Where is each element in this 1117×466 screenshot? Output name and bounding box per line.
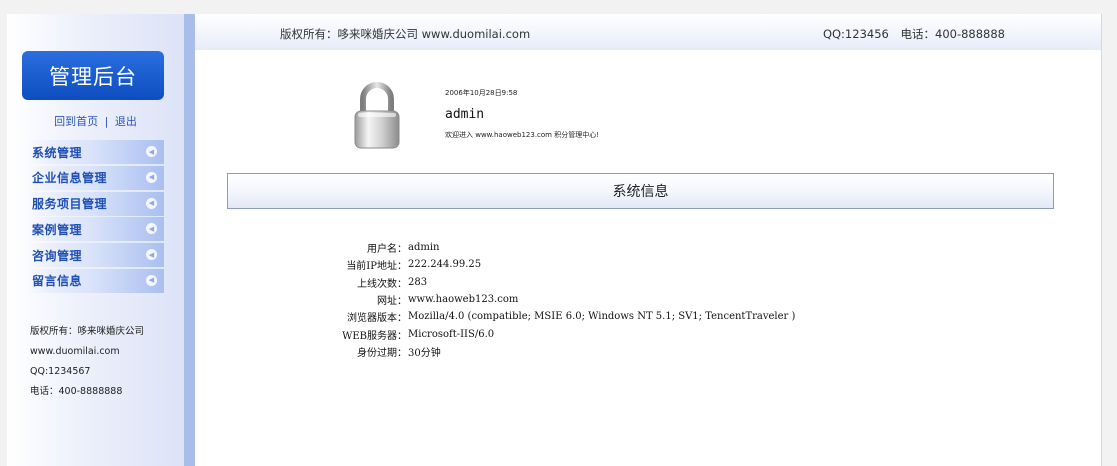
chevron-left-icon: ◀: [146, 146, 157, 157]
sidebar-item-label: 企业信息管理: [32, 171, 108, 186]
sidebar-item-system[interactable]: 系统管理 ◀: [27, 140, 164, 164]
welcome-username: admin: [445, 107, 485, 122]
welcome-block: 2006年10月28日9:58 admin 欢迎进入 www.haoweb123…: [445, 88, 599, 140]
sidebar-item-label: 系统管理: [32, 145, 83, 160]
welcome-greeting: 欢迎进入 www.haoweb123.com 积分管理中心!: [445, 131, 600, 139]
info-row-login-count: 上线次数： 283: [313, 274, 795, 291]
info-label: 身份过期：: [357, 347, 407, 359]
sidebar: 管理后台 回到首页 | 退出 系统管理 ◀ 企业信息管理 ◀ 服务项目管理 ◀ …: [7, 14, 184, 466]
info-value: 30分钟: [408, 347, 441, 359]
chevron-left-icon: ◀: [146, 249, 157, 261]
lock-icon: [354, 82, 400, 149]
topbar-copyright: 版权所有：哆来咪婚庆公司 www.duomilai.com: [280, 27, 531, 41]
main-panel: 版权所有：哆来咪婚庆公司 www.duomilai.com QQ:123456 …: [195, 14, 1102, 466]
info-row-username: 用户名： admin: [313, 239, 795, 256]
home-link[interactable]: 回到首页: [54, 115, 98, 128]
info-row-ip: 当前IP地址： 222.244.99.25: [313, 256, 795, 273]
sidebar-divider: [184, 14, 195, 466]
info-value: www.haoweb123.com: [408, 294, 519, 306]
system-info-list: 用户名： admin 当前IP地址： 222.244.99.25 上线次数： 2…: [313, 239, 795, 360]
sidebar-item-label: 留言信息: [32, 274, 83, 289]
topbar-contact: QQ:123456 电话：400-888888: [823, 26, 1005, 42]
page-frame: 管理后台 回到首页 | 退出 系统管理 ◀ 企业信息管理 ◀ 服务项目管理 ◀ …: [0, 0, 1117, 466]
info-value: 222.244.99.25: [408, 259, 482, 271]
topbar-qq: QQ:123456: [822, 27, 889, 41]
admin-title-logo: 管理后台: [22, 51, 164, 100]
info-label: 上线次数：: [357, 278, 407, 290]
login-datetime: 2006年10月28日9:58: [445, 89, 518, 97]
info-label: 当前IP地址：: [346, 261, 407, 273]
info-value: Mozilla/4.0 (compatible; MSIE 6.0; Windo…: [408, 311, 796, 323]
link-separator: |: [104, 115, 109, 128]
sidebar-item-services[interactable]: 服务项目管理 ◀: [27, 191, 164, 216]
sidebar-website: www.duomilai.com: [30, 346, 120, 357]
section-title: 系统信息: [612, 184, 669, 200]
sidebar-item-company-info[interactable]: 企业信息管理 ◀: [27, 165, 164, 190]
sidebar-item-consult[interactable]: 咨询管理 ◀: [27, 243, 164, 268]
info-row-website: 网址： www.haoweb123.com: [313, 291, 795, 308]
info-value: admin: [408, 242, 440, 254]
info-row-web-server: WEB服务器： Microsoft-IIS/6.0: [313, 325, 795, 342]
info-row-browser: 浏览器版本： Mozilla/4.0 (compatible; MSIE 6.0…: [313, 308, 795, 325]
info-label: 浏览器版本：: [347, 313, 407, 325]
sidebar-item-cases[interactable]: 案例管理 ◀: [27, 217, 164, 242]
info-label: 用户名：: [367, 244, 407, 256]
chevron-left-icon: ◀: [146, 171, 157, 183]
chevron-left-icon: ◀: [146, 274, 157, 286]
sidebar-copyright: 版权所有：哆来咪婚庆公司: [30, 326, 145, 337]
sidebar-phone: 电话：400-8888888: [30, 386, 123, 397]
sidebar-item-label: 案例管理: [32, 222, 83, 237]
quick-links: 回到首页 | 退出: [7, 113, 184, 129]
info-value: 283: [408, 276, 428, 288]
sidebar-item-label: 咨询管理: [32, 248, 83, 263]
logout-link[interactable]: 退出: [115, 115, 137, 128]
chevron-left-icon: ◀: [146, 197, 157, 209]
info-row-session-expiry: 身份过期： 30分钟: [313, 343, 795, 360]
sidebar-qq: QQ:1234567: [30, 366, 91, 377]
info-value: Microsoft-IIS/6.0: [408, 328, 495, 340]
top-bar: 版权所有：哆来咪婚庆公司 www.duomilai.com QQ:123456 …: [195, 14, 1101, 50]
section-header: 系统信息: [227, 173, 1054, 209]
topbar-phone: 电话：400-888888: [900, 27, 1006, 41]
sidebar-contact: 版权所有：哆来咪婚庆公司 www.duomilai.com QQ:1234567…: [30, 322, 144, 402]
sidebar-item-label: 服务项目管理: [32, 197, 108, 212]
sidebar-item-messages[interactable]: 留言信息 ◀: [27, 268, 164, 293]
chevron-left-icon: ◀: [146, 223, 157, 235]
sidebar-menu: 系统管理 ◀ 企业信息管理 ◀ 服务项目管理 ◀ 案例管理 ◀ 咨询管理 ◀ 留…: [27, 140, 164, 295]
info-label: WEB服务器：: [342, 330, 407, 342]
info-label: 网址：: [377, 296, 407, 308]
